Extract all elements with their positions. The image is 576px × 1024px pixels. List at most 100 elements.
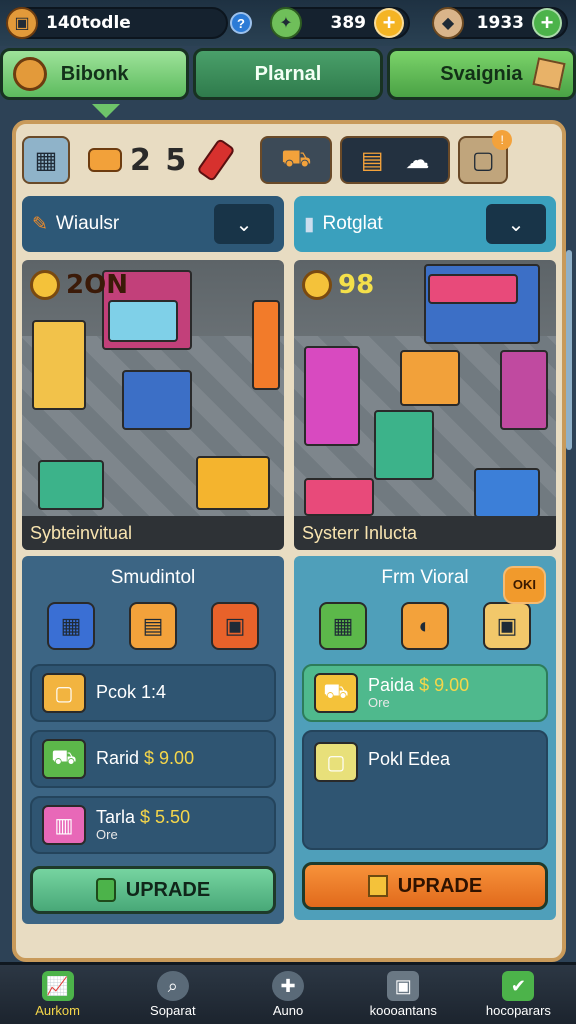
list-item[interactable]: ▥ Tarla $ 5.50 Ore [30, 796, 276, 854]
box-icon[interactable]: ▣ [483, 602, 531, 650]
right-column: ▮ Rotglat ⌄ 98 Systerr Inlucta Frm Viora… [294, 196, 556, 956]
nav-label: koooantans [369, 1003, 437, 1018]
item-price: $ 5.50 [140, 806, 191, 827]
right-upgrade-button[interactable]: UPRADE [302, 862, 548, 910]
carrot-icon: ✎ [32, 213, 48, 235]
sign-image [428, 274, 518, 304]
tab-plarnal-label: Plarnal [254, 62, 322, 85]
item-name: Pcok 1:4 [96, 682, 167, 703]
left-upgrade-button[interactable]: UPRADE [30, 866, 276, 914]
scrollbar[interactable] [566, 250, 572, 450]
right-icon-row: ▦ ◐ ▣ [302, 602, 548, 658]
nav-label: hocoparars [485, 1003, 551, 1018]
right-column-header: ▮ Rotglat ⌄ [294, 196, 556, 252]
tab-svaignia-label: Svaignia [440, 62, 523, 85]
display-screen-image [108, 300, 178, 342]
gift-box-icon: ▥ [42, 805, 86, 845]
right-column-title: Rotglat [322, 213, 383, 234]
list-item[interactable]: ⛟ Rarid $ 9.00 [30, 730, 276, 788]
left-scene-caption: Sybteinvitual [22, 516, 284, 550]
box-icon[interactable]: ▣ [211, 602, 259, 650]
right-detail-title-text: Frm Vioral [381, 567, 469, 588]
kiosk-image [122, 370, 192, 430]
chevron-down-icon: ⌄ [507, 213, 525, 236]
item-price: $ 9.00 [144, 748, 195, 769]
left-upgrade-label: UPRADE [125, 878, 211, 901]
add-gems-button[interactable]: + [532, 8, 562, 38]
cart-button[interactable]: ⛟ [260, 136, 333, 184]
add-cash-button[interactable]: + [374, 8, 404, 38]
list-item[interactable]: ▢ Pokl Edea [302, 730, 548, 850]
produce-crate-icon[interactable]: ▦ [319, 602, 367, 650]
right-scene-caption: Systerr Inlucta [294, 516, 556, 550]
tab-svaignia[interactable]: Svaignia [386, 48, 576, 100]
shelf-image [32, 320, 86, 410]
bag-icon[interactable]: ▤ [129, 602, 177, 650]
nav-item-auno[interactable]: ✚ Auno [230, 965, 345, 1024]
item-price: $ 9.00 [419, 674, 470, 695]
item-price: 1:4 [141, 682, 167, 703]
tab-bibonk[interactable]: Bibonk [0, 48, 190, 100]
right-scene-badge: 98 [302, 270, 374, 300]
item-name: Tarla $ 5.50 [96, 806, 191, 827]
nav-item-aurkom[interactable]: 📈 Aurkom [0, 965, 115, 1024]
food-truck-image [304, 478, 374, 516]
register-icon: ▤ [360, 146, 384, 174]
left-scene-badge: 2ON [30, 270, 128, 300]
right-scene-badge-value: 98 [338, 270, 375, 300]
notification-badge: ! [492, 130, 513, 150]
item-name: Rarid $ 9.00 [96, 748, 195, 769]
gem-icon: ◆ [432, 7, 464, 39]
item-name: Pokl Edea [368, 749, 451, 769]
clipboard-button[interactable]: ▢ ! [458, 130, 513, 184]
shopping-bag-icon[interactable]: ◐ [401, 602, 449, 650]
right-dropdown-button[interactable]: ⌄ [486, 204, 546, 244]
bottom-nav: 📈 Aurkom ⌕ Soparat ✚ Auno ▣ koooantans ✔… [0, 962, 576, 1024]
vending-machine-image [252, 300, 280, 390]
spray-can-icon [196, 137, 236, 183]
scooter-icon: ⛟ [314, 673, 358, 713]
top-resource-bar: ▣ 140todle ? ✦ 389 + ◆ 1933 + [0, 0, 576, 46]
help-button[interactable]: ? [230, 12, 252, 34]
right-item-list: ⛟ Paida $ 9.00 Ore ▢ Pokl Edea [302, 664, 548, 850]
nav-label: Auno [272, 1003, 304, 1018]
calculator-button[interactable]: ▦ [22, 136, 70, 184]
resource-counter-mid: ✦ 389 + [270, 7, 410, 39]
left-detail-card: Smudintol ▦ ▤ ▣ ▢ Pcok 1:4 ⛟ Rarid $ 9.0… [22, 556, 284, 924]
list-item[interactable]: ▢ Pcok 1:4 [30, 664, 276, 722]
right-detail-card: Frm Vioral OKI ▦ ◐ ▣ ⛟ Paida $ 9.00 Ore ▢… [294, 556, 556, 920]
nav-item-hocoparars[interactable]: ✔ hocoparars [461, 965, 576, 1024]
left-column-header: ✎ Wiaulsr ⌄ [22, 196, 284, 252]
list-item[interactable]: ⛟ Paida $ 9.00 Ore [302, 664, 548, 722]
resource-left-value: 140todle [46, 13, 131, 33]
nav-item-soparat[interactable]: ⌕ Soparat [115, 965, 230, 1024]
calculator-icon: ▦ [34, 146, 58, 174]
resource-counter-left: ▣ 140todle [6, 7, 228, 39]
clipboard-icon: ▢ [471, 146, 495, 174]
left-detail-title: Smudintol [110, 567, 196, 588]
status-badge: OKI [502, 566, 546, 604]
panel-toolbar: ▦ 2 5 ⛟ ▤ ☁ ▢ ! [22, 128, 560, 192]
checkout-button[interactable]: ▤ ☁ [340, 136, 451, 184]
left-scene-badge-value: 2ON [66, 270, 128, 300]
cash-icon: ✦ [270, 7, 302, 39]
nav-item-koooantans[interactable]: ▣ koooantans [346, 965, 461, 1024]
left-column: ✎ Wiaulsr ⌄ 2ON Sybteinvitual Smudintol … [22, 196, 284, 956]
resource-mid-value: 389 [330, 13, 367, 33]
shirt-icon [88, 148, 122, 172]
left-icon-row: ▦ ▤ ▣ [30, 602, 276, 658]
left-dropdown-button[interactable]: ⌄ [214, 204, 274, 244]
left-store-scene[interactable]: 2ON Sybteinvitual [22, 260, 284, 550]
resource-right-value: 1933 [476, 13, 524, 33]
main-panel: ▦ 2 5 ⛟ ▤ ☁ ▢ ! ✎ Wiaulsr ⌄ 2ON Sybteinv… [12, 120, 566, 962]
tab-plarnal[interactable]: Plarnal [193, 48, 383, 100]
item-subtext: Ore [368, 694, 390, 710]
chevron-down-icon: ⌄ [235, 213, 253, 236]
plus-circle-icon: ✚ [272, 971, 304, 1001]
resource-counter-right: ◆ 1933 + [432, 7, 568, 39]
active-tab-pointer [92, 104, 120, 118]
basket-icon[interactable]: ▦ [47, 602, 95, 650]
food-cart-image [400, 350, 460, 406]
left-item-list: ▢ Pcok 1:4 ⛟ Rarid $ 9.00 ▥ Tarla $ 5.50… [30, 664, 276, 854]
right-store-scene[interactable]: 98 Systerr Inlucta [294, 260, 556, 550]
